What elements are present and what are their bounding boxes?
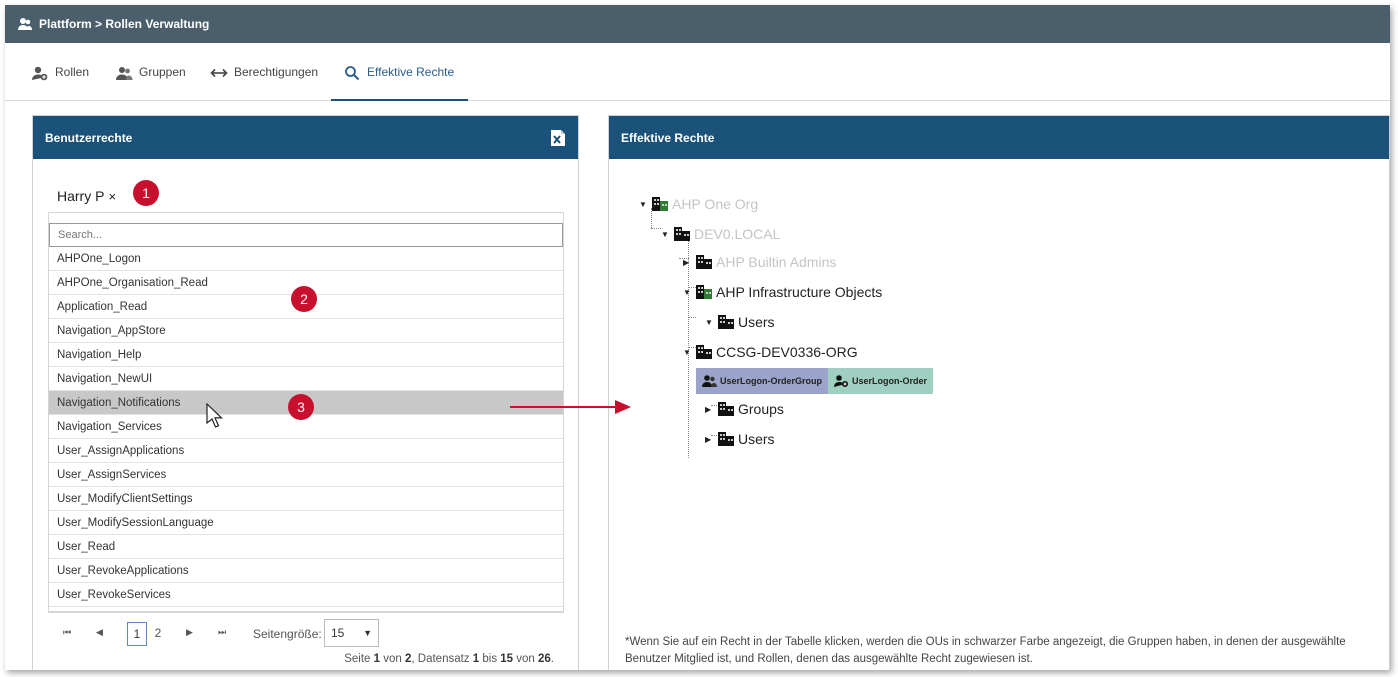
tree-node-ccsg-groups[interactable]: ▶ Groups	[705, 401, 784, 417]
user-add-icon	[833, 374, 849, 388]
building-icon	[695, 344, 713, 360]
remove-user-icon[interactable]: ×	[108, 189, 116, 204]
pager: ⏮ ◀ 1 2 ▶ ⏭ Seitengröße: 15 ▼ Seite 1 vo…	[48, 612, 564, 670]
tree-node-builtin-admins[interactable]: ▶ AHP Builtin Admins	[683, 254, 836, 270]
tree-node-label: Groups	[738, 401, 784, 417]
tree-node-label: Users	[738, 431, 775, 447]
tree-node-infrastructure[interactable]: ▼ AHP Infrastructure Objects	[683, 284, 882, 300]
panel-title: Effektive Rechte	[621, 130, 715, 145]
first-page-icon[interactable]: ⏮	[63, 627, 71, 638]
list-item[interactable]: AHPOne_Logon	[49, 247, 563, 271]
user-add-icon	[31, 65, 49, 81]
tree-node-label: AHP Infrastructure Objects	[716, 284, 883, 300]
swap-arrows-icon	[210, 65, 228, 81]
expand-icon[interactable]: ▶	[705, 435, 717, 444]
building-icon	[717, 431, 735, 447]
list-item[interactable]: User_RevokeApplications	[49, 559, 563, 583]
prev-page-icon[interactable]: ◀	[96, 627, 103, 638]
group-tag[interactable]: UserLogon-OrderGroup	[696, 368, 829, 394]
expand-icon[interactable]: ▶	[705, 405, 717, 414]
page-number-active[interactable]: 1	[127, 622, 147, 646]
benutzerrechte-panel: Benutzerrechte Harry P× 1 AHPOne_Logon A…	[32, 115, 579, 670]
tree-node-label: CCSG-DEV0336-ORG	[716, 344, 858, 360]
role-tag[interactable]: UserLogon-Order	[828, 368, 934, 394]
collapse-icon[interactable]: ▼	[639, 200, 651, 209]
search-input[interactable]	[49, 223, 563, 247]
tree-node-label: AHP Builtin Admins	[716, 254, 837, 270]
list-item[interactable]: User_ModifySessionLanguage	[49, 511, 563, 535]
panel-header: Effektive Rechte	[609, 116, 1389, 159]
tab-label: Effektive Rechte	[367, 65, 455, 79]
breadcrumb: Plattform > Rollen Verwaltung	[39, 17, 210, 31]
panel-title: Benutzerrechte	[45, 130, 133, 145]
step-badge: 3	[288, 394, 314, 420]
group-tag-label: UserLogon-OrderGroup	[720, 376, 823, 386]
search-icon	[343, 65, 361, 81]
expand-icon[interactable]: ▶	[683, 258, 695, 267]
tab-berechtigungen[interactable]: Berechtigungen	[210, 65, 318, 101]
list-item[interactable]: User_ModifyClientSettings	[49, 487, 563, 511]
tab-label: Berechtigungen	[234, 65, 319, 79]
page-size-value: 15	[331, 626, 345, 640]
building-icon	[717, 314, 735, 330]
list-item[interactable]: Navigation_NewUI	[49, 367, 563, 391]
tree-node-infra-users[interactable]: ▼ Users	[705, 314, 775, 330]
building-icon	[673, 226, 691, 242]
selected-user-chip: Harry P ×	[57, 188, 116, 204]
tree-node-ccsg-org[interactable]: ▼ CCSG-DEV0336-ORG	[683, 344, 858, 360]
next-page-icon[interactable]: ▶	[186, 627, 193, 638]
collapse-icon[interactable]: ▼	[661, 230, 673, 239]
last-page-icon[interactable]: ⏭	[218, 627, 226, 638]
building-icon	[695, 284, 713, 300]
role-tag-label: UserLogon-Order	[852, 376, 928, 386]
tab-gruppen[interactable]: Gruppen	[115, 65, 186, 101]
building-icon	[651, 196, 669, 212]
app-window: Plattform > Rollen Verwaltung Rollen Gru…	[5, 5, 1390, 670]
tree-node-root[interactable]: ▼ AHP One Org	[639, 196, 758, 212]
list-item[interactable]: User_AssignServices	[49, 463, 563, 487]
tree-node-ccsg-users[interactable]: ▶ Users	[705, 431, 775, 447]
list-item[interactable]: Navigation_Help	[49, 343, 563, 367]
effektive-rechte-panel: Effektive Rechte ▼ AHP One Org ▼ DEV0.LO…	[608, 115, 1390, 670]
annotation-arrow-icon	[510, 400, 631, 414]
step-badge: 1	[133, 180, 159, 206]
tree-node-domain[interactable]: ▼ DEV0.LOCAL	[661, 226, 780, 242]
page-size-select[interactable]: 15 ▼	[324, 619, 379, 647]
tree-node-label: Users	[738, 314, 775, 330]
footnote: *Wenn Sie auf ein Recht in der Tabelle k…	[625, 636, 1346, 665]
group-icon	[17, 16, 33, 32]
pager-info: Seite 1 von 2, Datensatz 1 bis 15 von 26…	[344, 653, 554, 665]
list-item[interactable]: User_AssignApplications	[49, 439, 563, 463]
building-icon	[695, 254, 713, 270]
step-badge: 2	[291, 286, 317, 312]
collapse-icon[interactable]: ▼	[705, 318, 717, 327]
chevron-down-icon: ▼	[363, 628, 372, 638]
collapse-icon[interactable]: ▼	[683, 288, 695, 297]
tab-rollen[interactable]: Rollen	[31, 65, 89, 101]
tree-node-label: AHP One Org	[672, 196, 759, 212]
excel-export-icon[interactable]	[550, 129, 566, 147]
list-item[interactable]: Navigation_AppStore	[49, 319, 563, 343]
title-bar: Plattform > Rollen Verwaltung	[5, 5, 1390, 43]
collapse-icon[interactable]: ▼	[683, 348, 695, 357]
selected-user-name: Harry P	[57, 188, 105, 204]
panel-header: Benutzerrechte	[33, 116, 578, 159]
group-icon	[701, 374, 717, 388]
list-item[interactable]: User_RevokeServices	[49, 583, 563, 607]
page-number[interactable]: 2	[148, 622, 168, 646]
building-icon	[717, 401, 735, 417]
mouse-cursor-icon	[206, 403, 223, 428]
tab-effektive-rechte[interactable]: Effektive Rechte	[330, 65, 469, 101]
group-icon	[115, 65, 133, 81]
tab-bar: Rollen Gruppen Berechtigungen Effektive …	[5, 43, 1390, 101]
tab-label: Gruppen	[139, 65, 186, 79]
list-item[interactable]: User_Read	[49, 535, 563, 559]
tree-node-label: DEV0.LOCAL	[694, 226, 781, 242]
page-size-label: Seitengröße:	[253, 627, 322, 641]
tab-label: Rollen	[55, 65, 90, 79]
